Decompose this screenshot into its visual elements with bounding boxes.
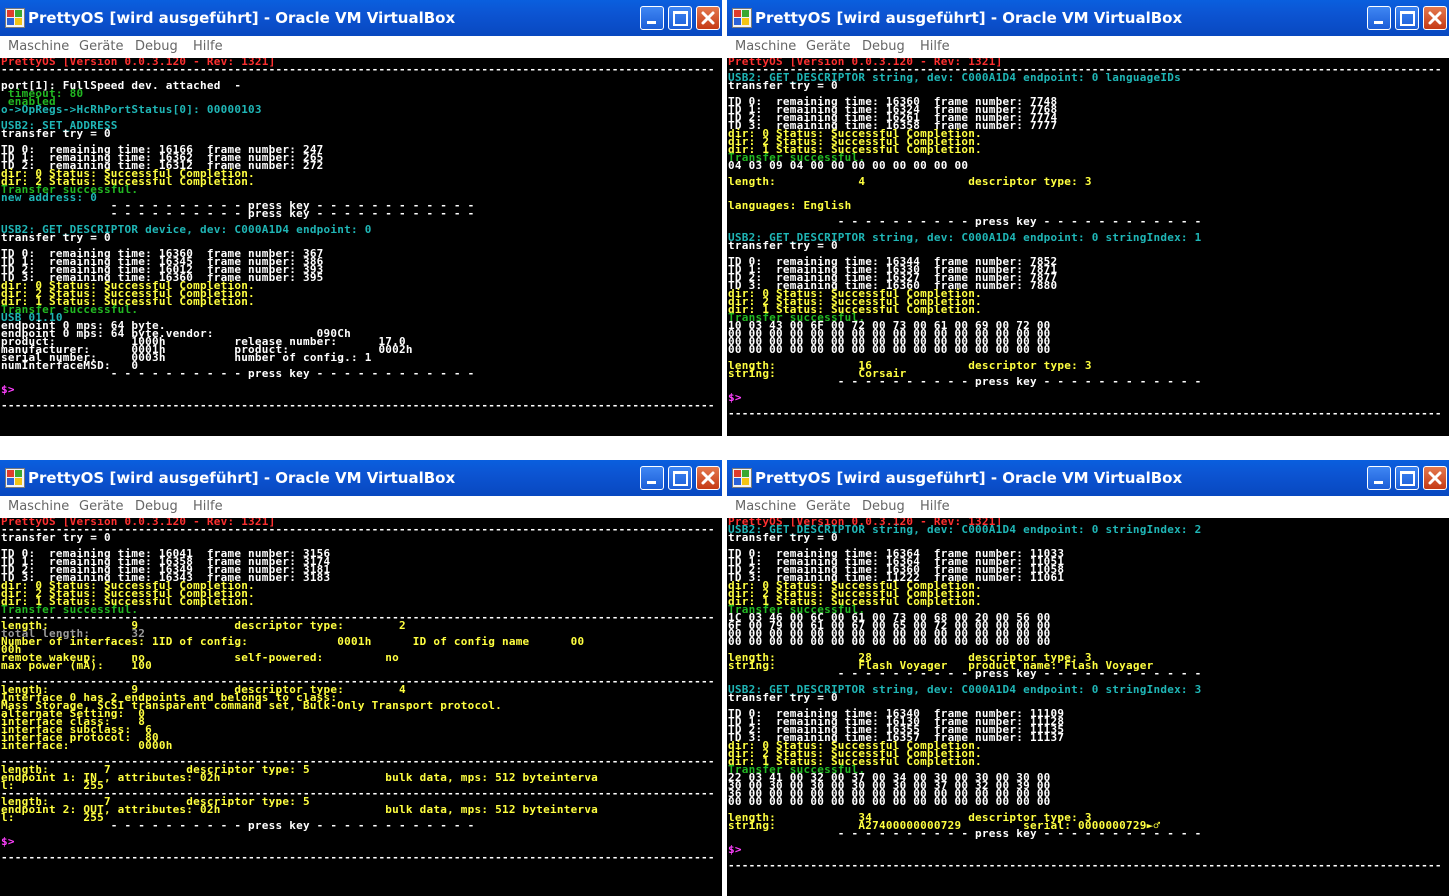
menu-item-1[interactable]: Geräte xyxy=(806,39,850,54)
close-icon xyxy=(1428,11,1442,25)
window-title: PrettyOS [wird ausgeführt] - Oracle VM V… xyxy=(755,9,1183,27)
virtualbox-app-icon[interactable] xyxy=(5,8,25,28)
maximize-icon xyxy=(1400,471,1415,486)
close-icon xyxy=(1428,471,1442,485)
menu-bar: Maschine Geräte Debug Hilfe xyxy=(0,496,722,518)
window-title: PrettyOS [wird ausgeführt] - Oracle VM V… xyxy=(28,9,456,27)
window-title: PrettyOS [wird ausgeführt] - Oracle VM V… xyxy=(755,469,1183,487)
maximize-button[interactable] xyxy=(1395,6,1419,30)
console-line: $> xyxy=(728,843,742,856)
vm-window-bottom-left[interactable]: PrettyOS [wird ausgeführt] - Oracle VM V… xyxy=(0,460,722,896)
menu-item-0[interactable]: Maschine xyxy=(735,499,796,514)
menu-item-2[interactable]: Debug xyxy=(862,499,905,514)
vm-window-top-left[interactable]: PrettyOS [wird ausgeführt] - Oracle VM V… xyxy=(0,0,722,436)
vm-screen[interactable]: PrettyOS [Version 0.0.3.120 - Rev: 1321]… xyxy=(0,58,722,436)
console-line: Transfer successful. xyxy=(1,183,139,196)
console-line: Number of interfaces: 1ID of config: 000… xyxy=(1,635,585,648)
menu-item-0[interactable]: Maschine xyxy=(735,39,796,54)
vm-screen[interactable]: PrettyOS [Version 0.0.3.120 - Rev: 1321]… xyxy=(727,58,1449,436)
minimize-button[interactable] xyxy=(1367,466,1391,490)
minimize-icon xyxy=(1374,481,1383,484)
maximize-icon xyxy=(1400,11,1415,26)
vm-screen[interactable]: PrettyOS [Version 0.0.3.120 - Rev: 1321]… xyxy=(727,518,1449,896)
minimize-icon xyxy=(1374,21,1383,24)
console-line: $> xyxy=(1,835,15,848)
console-line: endpoint 1: IN , attributes: 02h bulk da… xyxy=(1,771,599,784)
menu-bar: Maschine Geräte Debug Hilfe xyxy=(727,496,1449,518)
close-button[interactable] xyxy=(696,466,720,490)
vm-screen[interactable]: PrettyOS [Version 0.0.3.120 - Rev: 1321]… xyxy=(0,518,722,896)
menu-bar: Maschine Geräte Debug Hilfe xyxy=(0,36,722,58)
vm-window-top-right[interactable]: PrettyOS [wird ausgeführt] - Oracle VM V… xyxy=(727,0,1449,436)
virtualbox-app-icon[interactable] xyxy=(732,468,752,488)
console-line: o->OpRegs->HcRhPortStatus[0]: 00000103 xyxy=(1,103,262,116)
console-line: endpoint 2: OUT, attributes: 02h bulk da… xyxy=(1,803,599,816)
maximize-icon xyxy=(673,471,688,486)
close-button[interactable] xyxy=(1423,466,1447,490)
maximize-button[interactable] xyxy=(668,6,692,30)
maximize-button[interactable] xyxy=(1395,466,1419,490)
console-line: ----------------------------------------… xyxy=(1,63,715,76)
maximize-icon xyxy=(673,11,688,26)
console-line: 00 00 00 00 00 00 00 00 00 00 00 00 00 0… xyxy=(728,795,1051,808)
virtualbox-app-icon[interactable] xyxy=(5,468,25,488)
minimize-button[interactable] xyxy=(640,6,664,30)
console-line: port[1]: FullSpeed dev. attached - xyxy=(1,79,242,92)
console-output: PrettyOS [Version 0.0.3.120 - Rev: 1321]… xyxy=(728,58,1442,420)
menu-item-0[interactable]: Maschine xyxy=(8,499,69,514)
console-line: ----------------------------------------… xyxy=(1,399,715,412)
menu-item-2[interactable]: Debug xyxy=(135,499,178,514)
console-line: Transfer successful. xyxy=(1,303,139,316)
console-line: 04 03 09 04 00 00 00 00 00 00 00 00 xyxy=(728,159,969,172)
console-line: - - - - - - - - - - press key - - - - - … xyxy=(1,819,475,832)
minimize-icon xyxy=(647,481,656,484)
close-icon xyxy=(701,471,715,485)
console-line: $> xyxy=(1,383,15,396)
minimize-button[interactable] xyxy=(1367,6,1391,30)
minimize-icon xyxy=(647,21,656,24)
console-line: - - - - - - - - - - press key - - - - - … xyxy=(728,667,1202,680)
console-output: PrettyOS [Version 0.0.3.120 - Rev: 1321]… xyxy=(1,58,715,412)
menu-item-2[interactable]: Debug xyxy=(862,39,905,54)
console-line: interface: 0000h xyxy=(1,739,173,752)
menu-item-3[interactable]: Hilfe xyxy=(920,499,950,514)
console-output: PrettyOS [Version 0.0.3.120 - Rev: 1321]… xyxy=(728,518,1442,872)
console-line: ----------------------------------------… xyxy=(728,859,1442,872)
menu-item-1[interactable]: Geräte xyxy=(79,39,123,54)
close-button[interactable] xyxy=(696,6,720,30)
console-line: $> xyxy=(728,391,742,404)
minimize-button[interactable] xyxy=(640,466,664,490)
menu-item-2[interactable]: Debug xyxy=(135,39,178,54)
console-line: transfer try = 0 xyxy=(1,127,111,140)
title-bar[interactable]: PrettyOS [wird ausgeführt] - Oracle VM V… xyxy=(727,0,1449,36)
console-line: - - - - - - - - - - press key - - - - - … xyxy=(1,207,475,220)
console-line: - - - - - - - - - - press key - - - - - … xyxy=(728,375,1202,388)
title-bar[interactable]: PrettyOS [wird ausgeführt] - Oracle VM V… xyxy=(0,460,722,496)
console-line: ----------------------------------------… xyxy=(1,851,715,864)
window-title: PrettyOS [wird ausgeführt] - Oracle VM V… xyxy=(28,469,456,487)
vm-window-bottom-right[interactable]: PrettyOS [wird ausgeführt] - Oracle VM V… xyxy=(727,460,1449,896)
console-line: length: 4 descriptor type: 3 xyxy=(728,175,1092,188)
console-output: PrettyOS [Version 0.0.3.120 - Rev: 1321]… xyxy=(1,518,715,864)
menu-item-3[interactable]: Hilfe xyxy=(920,39,950,54)
menu-bar: Maschine Geräte Debug Hilfe xyxy=(727,36,1449,58)
title-bar[interactable]: PrettyOS [wird ausgeführt] - Oracle VM V… xyxy=(0,0,722,36)
menu-item-3[interactable]: Hilfe xyxy=(193,499,223,514)
console-line: 00 00 00 00 00 00 00 00 00 00 00 00 00 0… xyxy=(728,635,1051,648)
menu-item-3[interactable]: Hilfe xyxy=(193,39,223,54)
console-line: ----------------------------------------… xyxy=(728,407,1442,420)
menu-item-1[interactable]: Geräte xyxy=(806,499,850,514)
console-line: 00 00 00 00 00 00 00 00 00 00 00 00 00 0… xyxy=(728,343,1051,356)
menu-item-0[interactable]: Maschine xyxy=(8,39,69,54)
menu-item-1[interactable]: Geräte xyxy=(79,499,123,514)
console-line: - - - - - - - - - - press key - - - - - … xyxy=(1,367,475,380)
console-line: - - - - - - - - - - press key - - - - - … xyxy=(728,215,1202,228)
title-bar[interactable]: PrettyOS [wird ausgeführt] - Oracle VM V… xyxy=(727,460,1449,496)
virtualbox-app-icon[interactable] xyxy=(732,8,752,28)
close-button[interactable] xyxy=(1423,6,1447,30)
close-icon xyxy=(701,11,715,25)
maximize-button[interactable] xyxy=(668,466,692,490)
console-line: - - - - - - - - - - press key - - - - - … xyxy=(728,827,1202,840)
console-line: languages: English xyxy=(728,199,852,212)
